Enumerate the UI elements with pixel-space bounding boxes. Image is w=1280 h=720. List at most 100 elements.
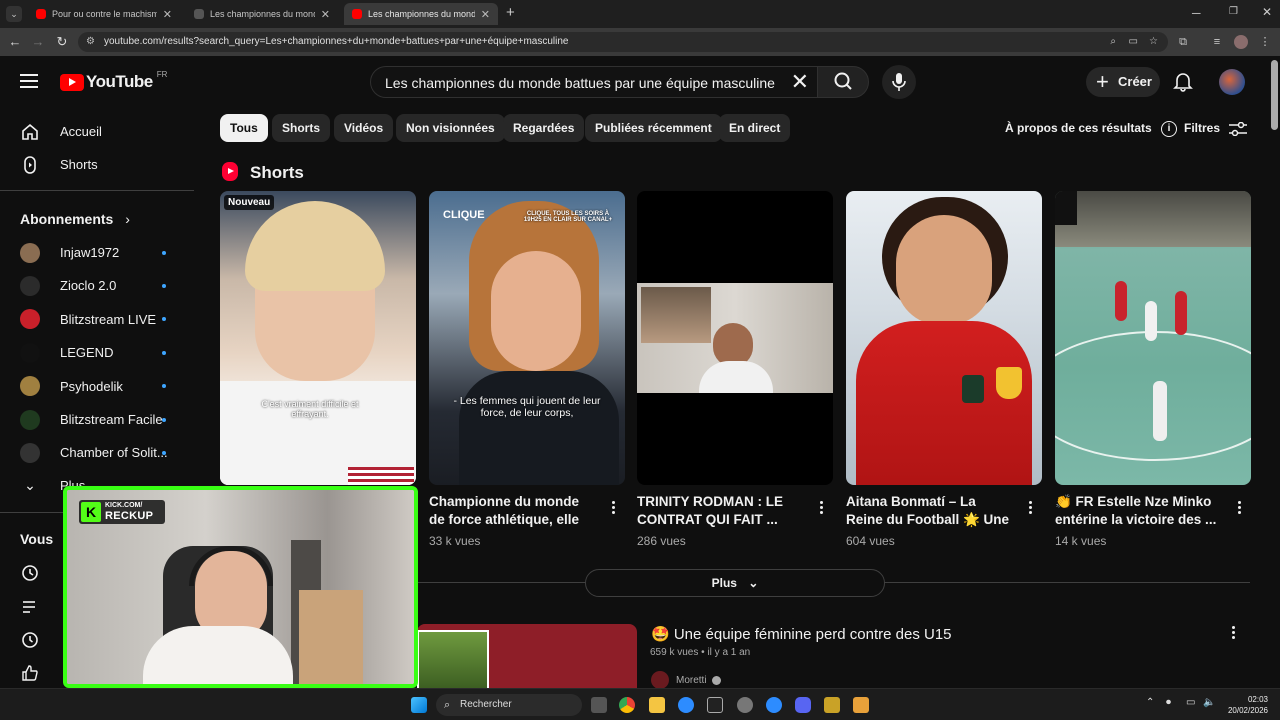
more-actions-icon[interactable]	[1231, 497, 1247, 517]
close-window-icon[interactable]: ✕	[1262, 5, 1272, 19]
address-bar[interactable]: ⚙ youtube.com/results?search_query=Les+c…	[78, 32, 1168, 52]
youtube-logo[interactable]: YouTube FR	[60, 70, 167, 92]
tray-chevron-icon[interactable]: ⌃	[1146, 697, 1154, 708]
windows-start-icon[interactable]	[411, 697, 427, 713]
short-thumbnail[interactable]	[846, 191, 1042, 485]
page-scrollbar[interactable]	[1271, 60, 1278, 130]
close-tab-icon[interactable]: ✕	[321, 8, 330, 21]
about-results-button[interactable]: À propos de ces résultats i	[1005, 121, 1178, 137]
tray-mic-icon[interactable]: ⏺	[1166, 697, 1171, 708]
short-thumbnail[interactable]: CLIQUE CLIQUE, TOUS LES SOIRS À 19H25 EN…	[429, 191, 625, 485]
notifications-bell-icon[interactable]	[1172, 70, 1194, 92]
channel-avatar	[20, 342, 40, 363]
short-thumbnail[interactable]: Nouveau C'est vraiment difficile et effr…	[220, 191, 416, 485]
channel-avatar[interactable]	[651, 671, 669, 689]
sidebar-item-label: Blitzstream LIVE	[60, 311, 157, 327]
close-tab-icon[interactable]: ✕	[481, 8, 490, 21]
short-card-2[interactable]: CLIQUE CLIQUE, TOUS LES SOIRS À 19H25 EN…	[429, 191, 625, 548]
minimize-icon[interactable]: ─	[1192, 6, 1201, 20]
reading-list-icon[interactable]: ≡	[1210, 35, 1224, 49]
short-thumbnail[interactable]	[637, 191, 833, 485]
site-info-icon[interactable]: ⚙	[86, 32, 95, 52]
sidebar-subscription-item[interactable]: Injaw1972	[0, 236, 190, 269]
browser-tab-2[interactable]: Les championnes du monde ba ✕	[186, 3, 338, 25]
task-view-icon[interactable]	[591, 697, 607, 713]
short-card-1[interactable]: Nouveau C'est vraiment difficile et effr…	[220, 191, 416, 485]
app-icon-blue[interactable]	[678, 697, 694, 713]
short-thumbnail[interactable]	[1055, 191, 1251, 485]
chrome-icon[interactable]	[619, 697, 635, 713]
search-button[interactable]	[817, 66, 869, 98]
more-actions-icon[interactable]	[813, 497, 829, 517]
short-title[interactable]: Aitana Bonmatí – La Reine du Football 🌟 …	[846, 493, 1014, 529]
short-title[interactable]: TRINITY RODMAN : LE CONTRAT QUI FAIT ...	[637, 493, 805, 529]
video-thumbnail[interactable]	[417, 624, 637, 690]
sidebar-subscription-item[interactable]: Blitzstream LIVE	[0, 303, 190, 336]
channel-name[interactable]: Moretti	[676, 675, 722, 686]
search-input[interactable]: Les championnes du monde battues par une…	[370, 66, 818, 98]
sidebar-subscription-item[interactable]: LEGEND	[0, 336, 190, 369]
create-button[interactable]: + Créer	[1086, 67, 1160, 97]
short-card-4[interactable]: Aitana Bonmatí – La Reine du Football 🌟 …	[846, 191, 1042, 548]
tray-volume-icon[interactable]: 🔈	[1203, 697, 1215, 708]
taskbar-search-input[interactable]: ⌕ Rechercher	[436, 694, 582, 716]
filter-chip[interactable]: Non visionnées	[396, 114, 505, 142]
account-avatar[interactable]	[1219, 69, 1245, 95]
bookmark-star-icon[interactable]: ☆	[1149, 32, 1158, 52]
filter-chip[interactable]: Vidéos	[334, 114, 394, 142]
chevron-right-icon: ›	[125, 211, 130, 227]
more-actions-icon[interactable]	[605, 497, 621, 517]
close-tab-icon[interactable]: ✕	[163, 8, 172, 21]
profile-icon[interactable]	[1234, 35, 1248, 49]
clear-search-icon[interactable]: ✕	[791, 71, 809, 93]
taskbar-clock[interactable]: 02:03 20/02/2026	[1222, 694, 1268, 716]
browser-menu-icon[interactable]: ⋮	[1258, 35, 1272, 49]
app-icon-gray[interactable]	[737, 697, 753, 713]
youtube-favicon-icon	[352, 9, 362, 19]
forward-arrow-icon[interactable]: →	[30, 34, 46, 50]
file-explorer-icon[interactable]	[649, 697, 665, 713]
voice-search-button[interactable]	[882, 65, 916, 99]
app-icon-blue-2[interactable]	[766, 697, 782, 713]
filter-chip[interactable]: Tous	[220, 114, 268, 142]
app-icon-gold[interactable]	[824, 697, 840, 713]
video-meta: 659 k vues • il y a 1 an	[650, 647, 750, 658]
extensions-icon[interactable]: ⧉	[1176, 35, 1190, 49]
short-title[interactable]: 👏 FR Estelle Nze Minko entérine la victo…	[1055, 493, 1223, 529]
back-arrow-icon[interactable]: ←	[7, 34, 23, 50]
short-card-3[interactable]: TRINITY RODMAN : LE CONTRAT QUI FAIT ...…	[637, 191, 833, 548]
browser-tab-3-active[interactable]: Les championnes du monde ba ✕	[344, 3, 498, 25]
sidebar-item-home[interactable]: Accueil	[0, 115, 190, 148]
discord-icon[interactable]	[795, 697, 811, 713]
browser-tab-1[interactable]: Pour ou contre le machisme d'A ✕	[28, 3, 180, 25]
video-more-actions-icon[interactable]	[1226, 624, 1240, 640]
short-card-5[interactable]: 👏 FR Estelle Nze Minko entérine la victo…	[1055, 191, 1251, 548]
shorts-more-button[interactable]: Plus ⌄	[585, 569, 885, 597]
short-title[interactable]: Championne du monde de force athlétique,…	[429, 493, 597, 529]
you-heading[interactable]: Vous	[20, 531, 53, 547]
sidebar-subscription-item[interactable]: Blitzstream Facile	[0, 403, 190, 436]
video-title[interactable]: 🤩 Une équipe féminine perd contre des U1…	[651, 625, 952, 643]
sidebar-item-shorts[interactable]: Shorts	[0, 148, 190, 181]
app-icon-dark[interactable]	[707, 697, 723, 713]
restore-icon[interactable]: ❐	[1229, 6, 1238, 17]
zoom-icon[interactable]: ⌕	[1110, 32, 1116, 52]
badge-icon	[962, 375, 984, 403]
tab-list-chevron-icon[interactable]: ⌄	[6, 6, 22, 22]
menu-icon[interactable]	[20, 74, 38, 88]
sidebar-subscription-item[interactable]: Zioclo 2.0	[0, 269, 190, 302]
filter-chip[interactable]: Shorts	[272, 114, 331, 142]
tray-network-icon[interactable]: ▭	[1186, 697, 1195, 708]
filter-chip[interactable]: Regardées	[503, 114, 585, 142]
more-actions-icon[interactable]	[1022, 497, 1038, 517]
cast-icon[interactable]: ▭	[1129, 32, 1138, 52]
filter-chip[interactable]: En direct	[719, 114, 791, 142]
filters-button[interactable]: Filtres	[1184, 121, 1248, 137]
new-tab-button[interactable]: +	[506, 4, 515, 21]
sidebar-subscription-item[interactable]: Psyhodelik	[0, 370, 190, 403]
subscriptions-heading[interactable]: Abonnements ›	[20, 211, 130, 227]
app-icon-orange[interactable]	[853, 697, 869, 713]
sidebar-subscription-item[interactable]: Chamber of Solit...	[0, 436, 190, 469]
filter-chip[interactable]: Publiées récemment	[585, 114, 722, 142]
reload-icon[interactable]: ↻	[54, 34, 70, 50]
